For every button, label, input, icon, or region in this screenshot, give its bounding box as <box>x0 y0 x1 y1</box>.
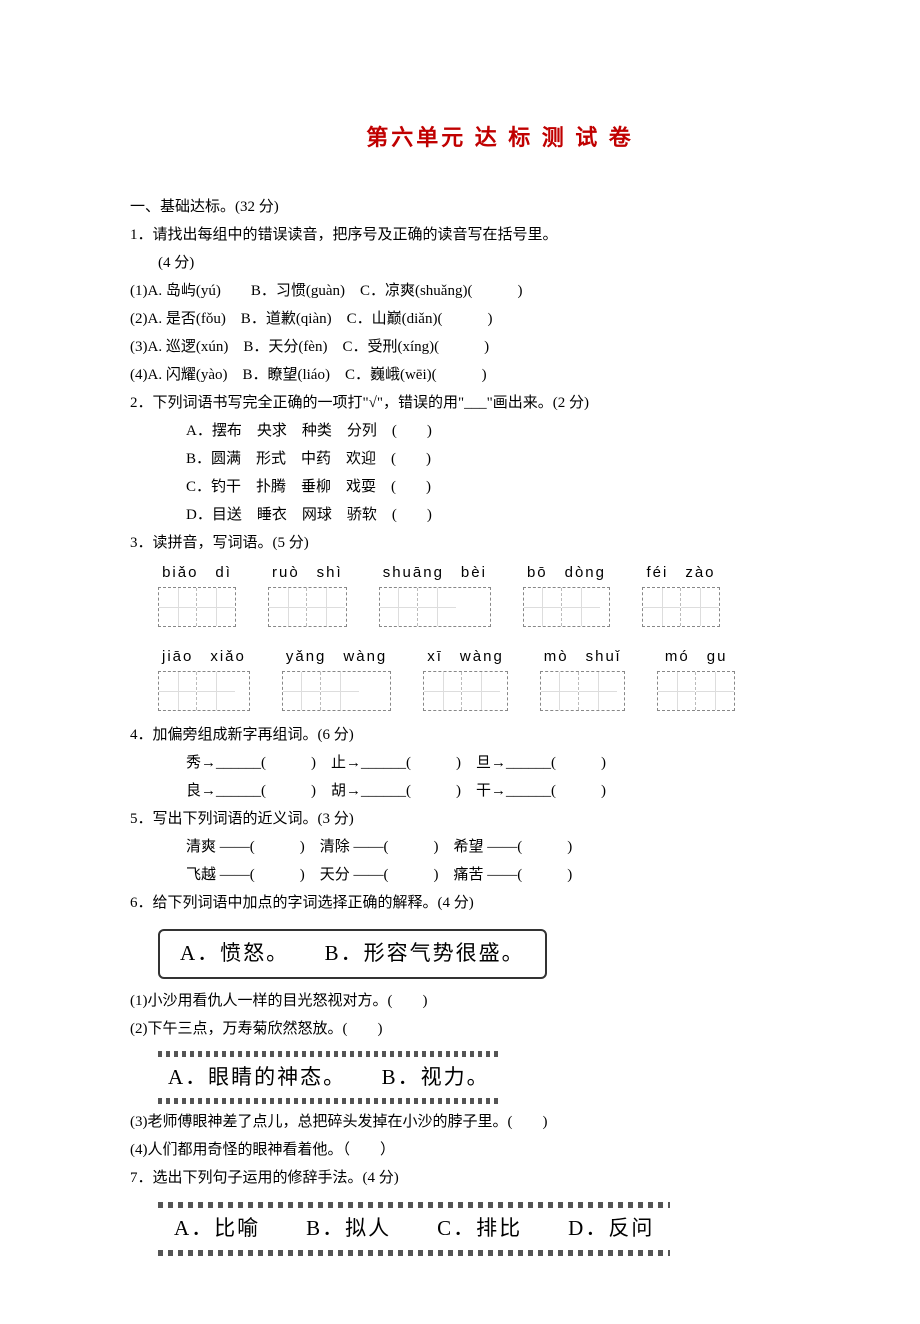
q4-row-1: 秀→______( ) 止→______( ) 旦→______( ) <box>130 751 870 775</box>
q3-stem: 3．读拼音，写词语。(5 分) <box>130 531 870 555</box>
q1-row-4: (4)A. 闪耀(yào) B．瞭望(liáo) C．巍峨(wēi)( ) <box>130 363 870 387</box>
pinyin-label: xī wàng <box>423 645 508 669</box>
q2-opt-b: B．圆满 形式 中药 欢迎 ( ) <box>130 447 870 471</box>
q1-row-3: (3)A. 巡逻(xún) B．天分(fèn) C．受刑(xíng)( ) <box>130 335 870 359</box>
write-grid[interactable] <box>379 587 491 627</box>
pinyin-label: yǎng wàng <box>282 645 391 669</box>
q3-row-2: jiāo xiǎo yǎng wàng xī wàng mò shuǐ mó g… <box>158 645 870 711</box>
pinyin-label: féi zào <box>642 561 720 585</box>
write-grid[interactable] <box>523 587 610 627</box>
q2-opt-c: C．钓干 扑腾 垂柳 戏耍 ( ) <box>130 475 870 499</box>
q5-row-1: 清爽 ——( ) 清除 ——( ) 希望 ——( ) <box>130 835 870 859</box>
pinyin-block: biǎo dì <box>158 561 236 627</box>
write-grid[interactable] <box>158 671 250 711</box>
q1-row-1: (1)A. 岛屿(yú) B．习惯(guàn) C．凉爽(shuǎng)( ) <box>130 279 870 303</box>
q6-choice-box-2: A．眼睛的神态。 B．视力。 <box>158 1055 500 1101</box>
pinyin-label: ruò shì <box>268 561 347 585</box>
section-1-header: 一、基础达标。(32 分) <box>130 195 870 219</box>
q1-stem: 1．请找出每组中的错误读音，把序号及正确的读音写在括号里。 <box>130 223 870 247</box>
write-grid[interactable] <box>423 671 508 711</box>
pinyin-block: mò shuǐ <box>540 645 625 711</box>
q7-choice-box: A．比喻 B．拟人 C．排比 D．反问 <box>158 1204 670 1254</box>
q6-stem: 6．给下列词语中加点的字词选择正确的解释。(4 分) <box>130 891 870 915</box>
write-grid[interactable] <box>657 671 735 711</box>
q4-stem: 4．加偏旁组成新字再组词。(6 分) <box>130 723 870 747</box>
q2-opt-a: A．摆布 央求 种类 分列 ( ) <box>130 419 870 443</box>
q5-stem: 5．写出下列词语的近义词。(3 分) <box>130 807 870 831</box>
pinyin-label: biǎo dì <box>158 561 236 585</box>
page-title: 第六单元 达 标 测 试 卷 <box>130 120 870 155</box>
q6-item-2: (2)下午三点，万寿菊欣然怒放。( ) <box>130 1017 870 1041</box>
q6-item-1: (1)小沙用看仇人一样的目光怒视对方。( ) <box>130 989 870 1013</box>
q3-row-1: biǎo dì ruò shì shuāng bèi bō dòng féi z… <box>158 561 870 627</box>
write-grid[interactable] <box>282 671 391 711</box>
q5-row-2: 飞越 ——( ) 天分 ——( ) 痛苦 ——( ) <box>130 863 870 887</box>
q4-row-2: 良→______( ) 胡→______( ) 干→______( ) <box>130 779 870 803</box>
q2-opt-d: D．目送 睡衣 网球 骄软 ( ) <box>130 503 870 527</box>
pinyin-label: mò shuǐ <box>540 645 625 669</box>
pinyin-block: bō dòng <box>523 561 610 627</box>
q6-item-4: (4)人们都用奇怪的眼神看着他。（ ） <box>130 1138 870 1162</box>
write-grid[interactable] <box>158 587 236 627</box>
pinyin-block: ruò shì <box>268 561 347 627</box>
pinyin-label: mó gu <box>657 645 735 669</box>
pinyin-block: jiāo xiǎo <box>158 645 250 711</box>
write-grid[interactable] <box>642 587 720 627</box>
q2-stem: 2．下列词语书写完全正确的一项打"√"，错误的用"___"画出来。(2 分) <box>130 391 870 415</box>
pinyin-block: mó gu <box>657 645 735 711</box>
write-grid[interactable] <box>268 587 347 627</box>
q7-stem: 7．选出下列句子运用的修辞手法。(4 分) <box>130 1166 870 1190</box>
q6-item-3: (3)老师傅眼神差了点儿，总把碎头发掉在小沙的脖子里。( ) <box>130 1110 870 1134</box>
pinyin-label: jiāo xiǎo <box>158 645 250 669</box>
pinyin-block: shuāng bèi <box>379 561 491 627</box>
pinyin-block: féi zào <box>642 561 720 627</box>
q1-points: (4 分) <box>130 251 870 275</box>
pinyin-label: bō dòng <box>523 561 610 585</box>
pinyin-block: xī wàng <box>423 645 508 711</box>
write-grid[interactable] <box>540 671 625 711</box>
q1-row-2: (2)A. 是否(fǒu) B．道歉(qiàn) C．山巅(diǎn)( ) <box>130 307 870 331</box>
pinyin-label: shuāng bèi <box>379 561 491 585</box>
pinyin-block: yǎng wàng <box>282 645 391 711</box>
q6-choice-box-1: A．愤怒。 B．形容气势很盛。 <box>158 929 547 979</box>
